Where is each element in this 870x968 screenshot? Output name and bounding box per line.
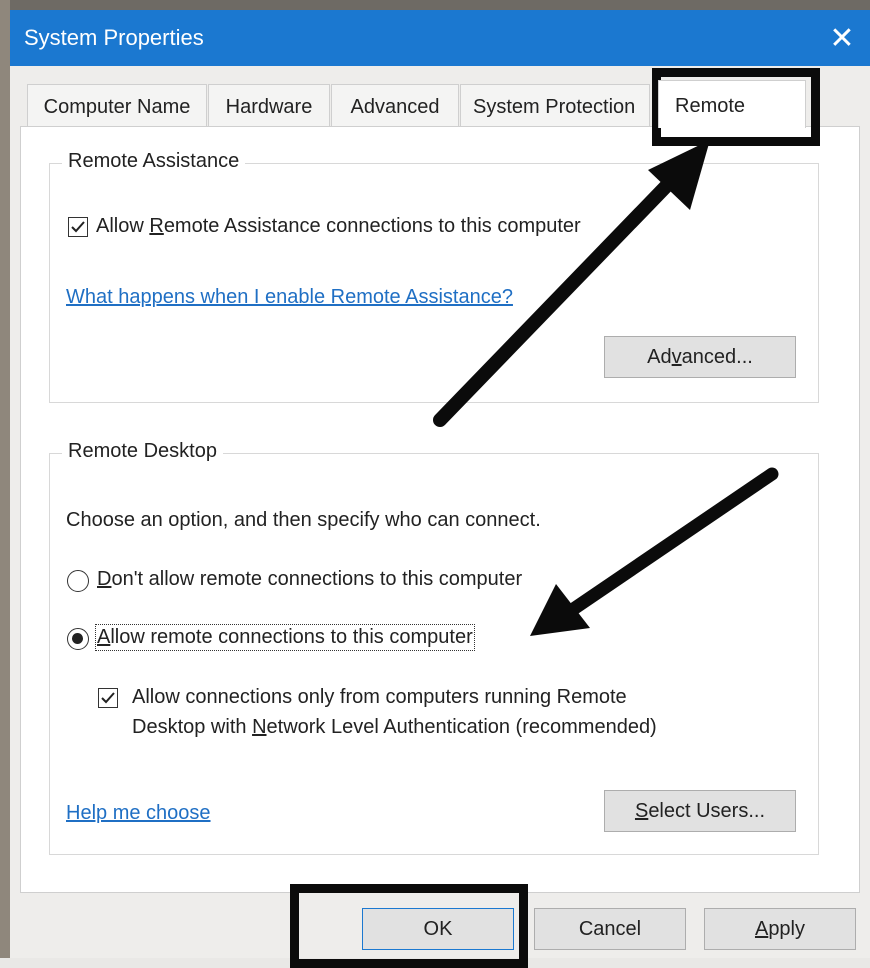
annotation-arrows xyxy=(433,140,779,636)
arrow-to-remote-tab xyxy=(433,140,710,427)
arrow-to-allow-remote xyxy=(530,467,779,636)
tab-remote[interactable]: Remote xyxy=(658,80,806,128)
